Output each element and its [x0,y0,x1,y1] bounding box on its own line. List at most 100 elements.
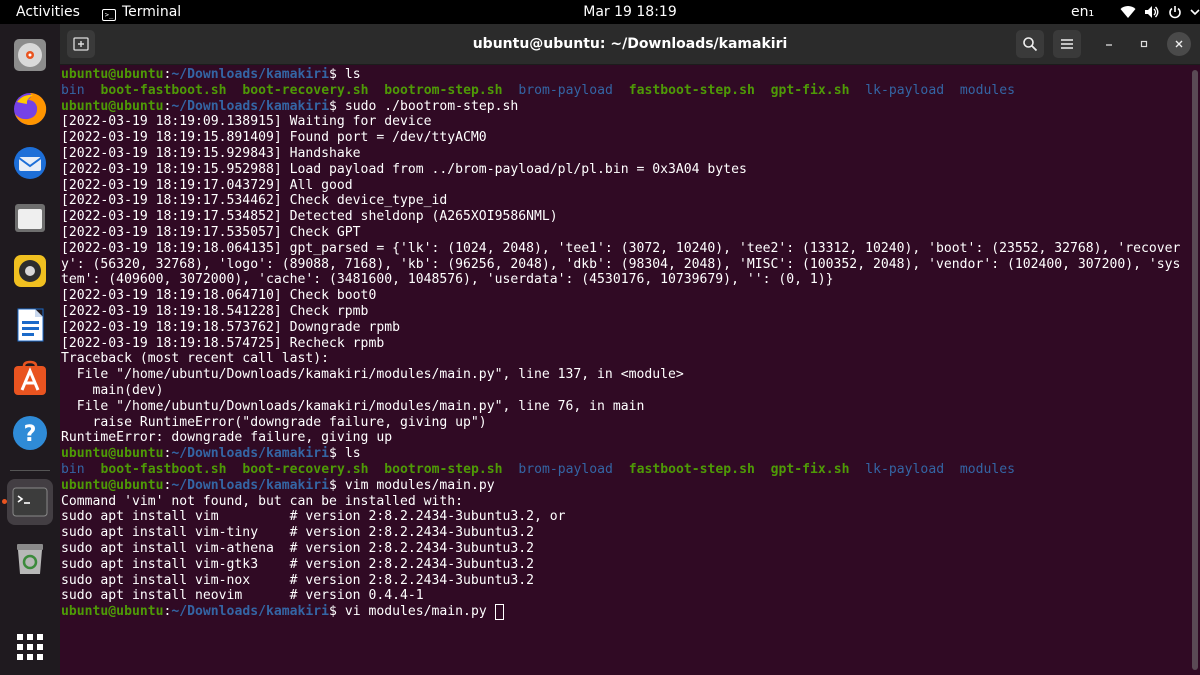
maximize-button[interactable] [1132,32,1156,56]
terminal-segment [755,83,771,98]
chevron-down-icon [1190,9,1200,16]
input-source-indicator[interactable]: en₁ [1071,0,1094,24]
terminal-segment: gpt-fix.sh [770,462,850,477]
dock-item-firefox[interactable] [7,86,53,132]
minimize-icon [1106,44,1112,46]
terminal-segment: [2022-03-19 18:19:15.929843] Handshake [61,146,361,161]
terminal-segment [944,83,960,98]
terminal-line: ubuntu@ubuntu:~/Downloads/kamakiri$ vim … [61,478,495,494]
search-button[interactable] [1016,30,1044,58]
terminal-segment: brom-payload [518,462,613,477]
terminal-segment: Command 'vim' not found, but can be inst… [61,493,464,509]
dock-item-trash[interactable] [7,536,53,582]
terminal-segment: [2022-03-19 18:19:17.535057] Check GPT [61,225,361,240]
dock-item-rhythmbox[interactable] [7,248,53,294]
terminal-line: raise RuntimeError("downgrade failure, g… [61,415,487,431]
terminal-segment: ubuntu@ubuntu [61,67,164,82]
terminal-line: File "/home/ubuntu/Downloads/kamakiri/mo… [61,398,645,415]
scrollbar[interactable] [1192,70,1198,670]
terminal-line: Traceback (most recent call last): [61,351,329,367]
terminal-segment: fastboot-step.sh [628,82,755,98]
maximize-icon [1140,40,1148,48]
terminal-line: [2022-03-19 18:19:17.534462] Check devic… [61,193,447,209]
terminal-output[interactable]: ubuntu@ubuntu:~/Downloads/kamakiri$ ls bi… [60,66,1186,675]
terminal-line: [2022-03-19 18:19:18.574725] Recheck rpm… [61,336,384,352]
terminal-segment [944,462,960,477]
hamburger-menu-icon [1061,39,1073,49]
terminal-line: [2022-03-19 18:19:18.064710] Check boot0 [61,288,376,304]
dock-item-files[interactable] [7,194,53,240]
system-tray[interactable] [1120,0,1200,24]
thunderbird-icon [14,147,46,179]
terminal-line: ubuntu@ubuntu:~/Downloads/kamakiri$ sudo… [61,99,518,115]
terminal-line: [2022-03-19 18:19:15.929843] Handshake [61,146,361,162]
terminal-line: [2022-03-19 18:19:18.573762] Downgrade r… [61,320,400,336]
minimize-button[interactable] [1097,32,1121,56]
terminal-line: sudo apt install vim # version 2:8.2.243… [61,509,566,525]
menu-button[interactable] [1053,30,1081,58]
terminal-segment: boot-fastboot.sh [100,462,227,477]
terminal-line: sudo apt install vim-nox # version 2:8.2… [61,573,534,589]
terminal-segment: raise RuntimeError("downgrade failure, g… [61,414,487,430]
terminal-segment [85,462,101,477]
clock[interactable]: Mar 19 18:19 [0,0,1200,24]
terminal-segment: [2022-03-19 18:19:18.064135] gpt_parsed … [61,240,1181,256]
terminal-line: sudo apt install vim-gtk3 # version 2:8.… [61,557,534,573]
terminal-segment [369,83,385,98]
svg-text:?: ? [24,422,37,447]
terminal-segment: main(dev) [61,383,164,398]
dock-item-show-apps[interactable] [7,624,53,670]
terminal-segment [755,462,771,477]
terminal-segment: boot-fastboot.sh [100,82,227,98]
trash-icon [17,544,43,574]
terminal-line: [2022-03-19 18:19:17.043729] All good [61,178,353,194]
wifi-icon [1120,6,1136,19]
terminal-segment: File "/home/ubuntu/Downloads/kamakiri/mo… [61,398,645,414]
terminal-line: ubuntu@ubuntu:~/Downloads/kamakiri$ ls [61,67,361,83]
terminal-segment: sudo apt install vim-gtk3 # version 2:8.… [61,556,534,572]
dock-item-disks[interactable] [7,32,53,78]
terminal-segment: sudo apt install neovim # version 0.4.4-… [61,588,424,604]
terminal-segment [613,462,629,477]
dock: ? [0,24,60,675]
header-bar: ubuntu@ubuntu: ~/Downloads/kamakiri [60,24,1200,65]
terminal-segment [849,462,865,477]
terminal-segment: $ vi modules/main.py [329,604,495,620]
text-cursor [494,604,504,621]
dock-item-software[interactable] [7,356,53,402]
terminal-line: main(dev) [61,383,164,399]
terminal-line: [2022-03-19 18:19:18.541228] Check rpmb [61,304,368,320]
dock-item-writer[interactable] [7,302,53,348]
terminal-segment: [2022-03-19 18:19:18.573762] Downgrade r… [61,319,400,335]
terminal-segment: modules [959,462,1016,477]
terminal-segment: ~/Downloads/kamakiri [171,477,330,493]
dock-item-thunderbird[interactable] [7,140,53,186]
firefox-icon [14,92,47,125]
terminal-segment: bin [61,82,85,98]
terminal-segment: gpt-fix.sh [770,82,850,98]
dock-item-terminal[interactable] [7,479,53,525]
terminal-line: ubuntu@ubuntu:~/Downloads/kamakiri$ vi m… [61,604,504,621]
terminal-line: ubuntu@ubuntu:~/Downloads/kamakiri$ ls [61,446,361,462]
terminal-line: y': (56320, 32768), 'logo': (89088, 7168… [61,257,1180,273]
show-applications-icon [17,634,43,660]
terminal-segment: sudo apt install vim-nox # version 2:8.2… [61,572,534,588]
terminal-segment [85,83,101,98]
files-icon [15,204,45,232]
terminal-line: RuntimeError: downgrade failure, giving … [61,430,392,446]
terminal-line: [2022-03-19 18:19:18.064135] gpt_parsed … [61,241,1180,257]
terminal-segment: $ ls [329,446,361,462]
terminal-line: sudo apt install vim-tiny # version 2:8.… [61,525,534,541]
terminal-icon [12,487,48,517]
top-bar: Activities >_ Terminal Mar 19 18:19 en₁ [0,0,1200,24]
close-button[interactable] [1167,32,1191,56]
terminal-segment: tem': (409600, 3072000), 'cache': (34816… [61,272,834,288]
terminal-segment: sudo apt install vim # version 2:8.2.243… [61,509,566,525]
terminal-line: bin boot-fastboot.sh boot-recovery.sh bo… [61,462,1015,478]
terminal-segment: ubuntu@ubuntu [61,477,164,493]
terminal-segment: ~/Downloads/kamakiri [171,67,330,82]
terminal-segment [503,83,519,98]
terminal-segment: ~/Downloads/kamakiri [171,98,330,114]
terminal-line: [2022-03-19 18:19:17.534852] Detected sh… [61,209,558,225]
dock-item-help[interactable]: ? [7,410,53,456]
